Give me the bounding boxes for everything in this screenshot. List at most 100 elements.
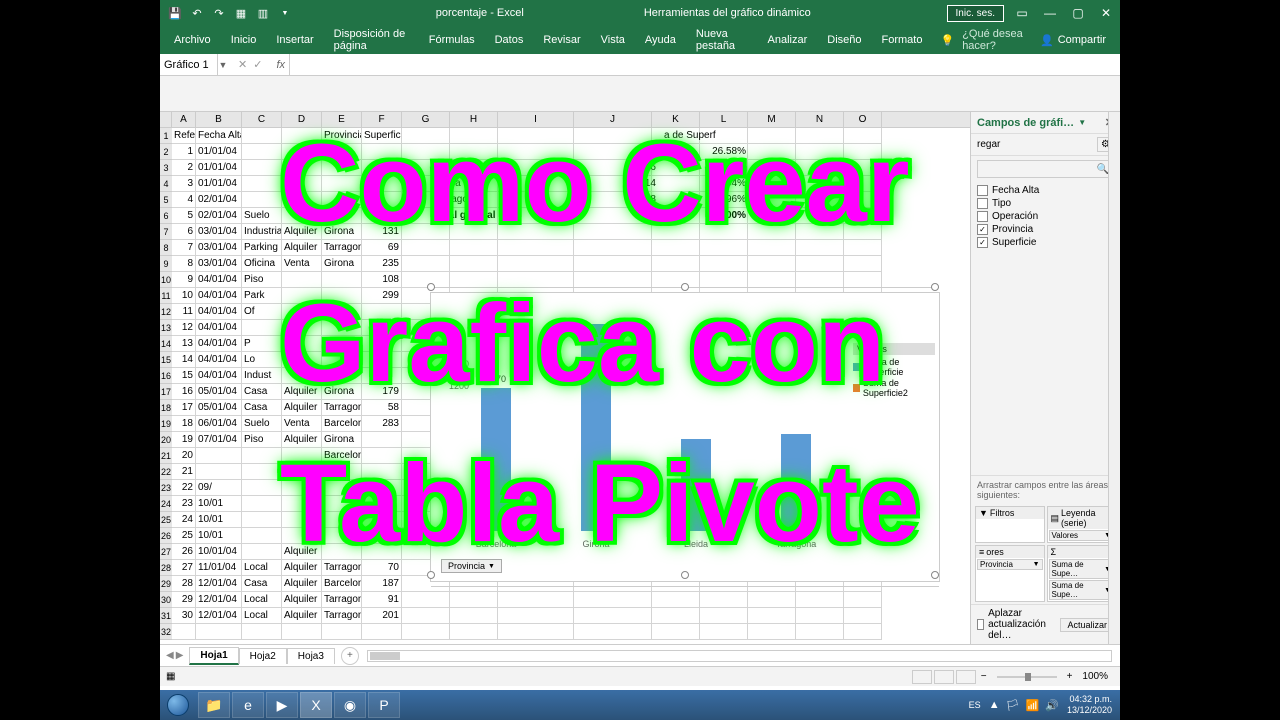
cell[interactable] bbox=[322, 480, 362, 496]
cell[interactable]: 8 bbox=[172, 256, 196, 272]
cell[interactable]: 25 bbox=[172, 528, 196, 544]
cell[interactable] bbox=[362, 176, 402, 192]
cell[interactable] bbox=[450, 624, 498, 640]
cancel-formula-icon[interactable]: ✕ bbox=[238, 58, 247, 71]
cell[interactable]: Alquiler bbox=[282, 240, 322, 256]
column-header[interactable]: E bbox=[322, 112, 362, 127]
row-header[interactable]: 15 bbox=[160, 352, 172, 368]
cell[interactable]: Suelo bbox=[242, 416, 282, 432]
tab-prev-icon[interactable]: ◀ bbox=[166, 650, 174, 661]
cell[interactable] bbox=[242, 512, 282, 528]
signin-button[interactable]: Inic. ses. bbox=[947, 5, 1004, 22]
cell[interactable] bbox=[322, 352, 362, 368]
cell[interactable] bbox=[196, 624, 242, 640]
cell[interactable]: Casa bbox=[242, 576, 282, 592]
taskbar-powerpoint-icon[interactable]: P bbox=[368, 692, 400, 718]
row-header[interactable]: 14 bbox=[160, 336, 172, 352]
save-icon[interactable]: 💾 bbox=[168, 6, 182, 20]
cell[interactable] bbox=[498, 608, 574, 624]
tab-insertar[interactable]: Insertar bbox=[266, 26, 323, 54]
sheet-tab-hoja3[interactable]: Hoja3 bbox=[287, 648, 335, 664]
row-header[interactable]: 27 bbox=[160, 544, 172, 560]
cell[interactable]: 12 bbox=[172, 320, 196, 336]
cell[interactable] bbox=[282, 496, 322, 512]
tab-ayuda[interactable]: Ayuda bbox=[635, 26, 686, 54]
cell[interactable]: 12/01/04 bbox=[196, 592, 242, 608]
column-header[interactable]: C bbox=[242, 112, 282, 127]
cell[interactable] bbox=[362, 336, 402, 352]
cell[interactable]: 19 bbox=[172, 432, 196, 448]
row-header[interactable]: 21 bbox=[160, 448, 172, 464]
cell[interactable] bbox=[652, 224, 700, 240]
cell[interactable]: Venta bbox=[282, 256, 322, 272]
cell[interactable]: 01/01/04 bbox=[196, 176, 242, 192]
cell[interactable]: 10/01 bbox=[196, 512, 242, 528]
cell[interactable]: 5 bbox=[172, 208, 196, 224]
field-pane-dropdown-icon[interactable]: ▼ bbox=[1078, 118, 1086, 127]
cell[interactable] bbox=[574, 592, 652, 608]
pivot-table[interactable]: a de Superf 26.58%Girona183638.43%Lleida… bbox=[430, 128, 940, 224]
cell[interactable] bbox=[362, 496, 402, 512]
cell[interactable]: 22 bbox=[172, 480, 196, 496]
cell[interactable] bbox=[242, 176, 282, 192]
defer-checkbox[interactable] bbox=[977, 619, 984, 630]
cell[interactable] bbox=[574, 224, 652, 240]
field-item[interactable]: Fecha Alta bbox=[977, 184, 1114, 197]
chart-handle[interactable] bbox=[931, 283, 939, 291]
cell[interactable]: 24 bbox=[172, 512, 196, 528]
row-header[interactable]: 26 bbox=[160, 528, 172, 544]
cell[interactable] bbox=[362, 144, 402, 160]
cell[interactable]: 29 bbox=[172, 592, 196, 608]
field-checkbox[interactable]: ✓ bbox=[977, 237, 988, 248]
column-header[interactable]: M bbox=[748, 112, 796, 127]
tray-clock[interactable]: 04:32 p.m. 13/12/2020 bbox=[1067, 694, 1112, 716]
cell[interactable] bbox=[196, 448, 242, 464]
row-header[interactable]: 29 bbox=[160, 576, 172, 592]
cell[interactable]: Provincia bbox=[322, 128, 362, 144]
cell[interactable]: Local bbox=[242, 592, 282, 608]
qat-icon[interactable]: ▦ bbox=[234, 6, 248, 20]
cell[interactable]: 01/01/04 bbox=[196, 160, 242, 176]
cell[interactable]: 179 bbox=[362, 384, 402, 400]
cell[interactable]: Oficina bbox=[242, 256, 282, 272]
qat-dropdown-icon[interactable]: ▼ bbox=[278, 6, 292, 20]
cell[interactable]: Casa bbox=[242, 400, 282, 416]
row-header[interactable]: 11 bbox=[160, 288, 172, 304]
cell[interactable] bbox=[574, 256, 652, 272]
sheet-tab-hoja1[interactable]: Hoja1 bbox=[189, 647, 238, 665]
pivot-cell[interactable]: Girona bbox=[430, 160, 550, 176]
cell[interactable] bbox=[242, 496, 282, 512]
cell[interactable] bbox=[796, 608, 844, 624]
cell[interactable] bbox=[322, 144, 362, 160]
horizontal-scrollbar[interactable] bbox=[367, 650, 1112, 662]
row-header[interactable]: 3 bbox=[160, 160, 172, 176]
cell[interactable]: Girona bbox=[322, 384, 362, 400]
cell[interactable]: Tarragona bbox=[322, 240, 362, 256]
undo-icon[interactable]: ↶ bbox=[190, 6, 204, 20]
field-item[interactable]: ✓Provincia bbox=[977, 223, 1114, 236]
row-header[interactable]: 23 bbox=[160, 480, 172, 496]
row-header[interactable]: 19 bbox=[160, 416, 172, 432]
cell[interactable] bbox=[322, 176, 362, 192]
cell[interactable]: 7 bbox=[172, 240, 196, 256]
cell[interactable]: 10 bbox=[172, 288, 196, 304]
cell[interactable] bbox=[322, 624, 362, 640]
cell[interactable]: 07/01/04 bbox=[196, 432, 242, 448]
cell[interactable] bbox=[652, 624, 700, 640]
cell[interactable] bbox=[282, 288, 322, 304]
cell[interactable] bbox=[322, 160, 362, 176]
cell[interactable] bbox=[282, 176, 322, 192]
tab-archivo[interactable]: Archivo bbox=[164, 26, 221, 54]
redo-icon[interactable]: ↷ bbox=[212, 6, 226, 20]
cell[interactable] bbox=[242, 480, 282, 496]
zoom-slider[interactable] bbox=[997, 676, 1057, 678]
cell[interactable]: Suelo bbox=[242, 208, 282, 224]
cell[interactable] bbox=[322, 528, 362, 544]
cell[interactable]: 04/01/04 bbox=[196, 320, 242, 336]
pivot-cell[interactable]: 1836 bbox=[550, 160, 660, 176]
cell[interactable]: 9 bbox=[172, 272, 196, 288]
cell[interactable] bbox=[498, 240, 574, 256]
cell[interactable]: Alquiler bbox=[282, 384, 322, 400]
cell[interactable]: 05/01/04 bbox=[196, 384, 242, 400]
row-header[interactable]: 28 bbox=[160, 560, 172, 576]
